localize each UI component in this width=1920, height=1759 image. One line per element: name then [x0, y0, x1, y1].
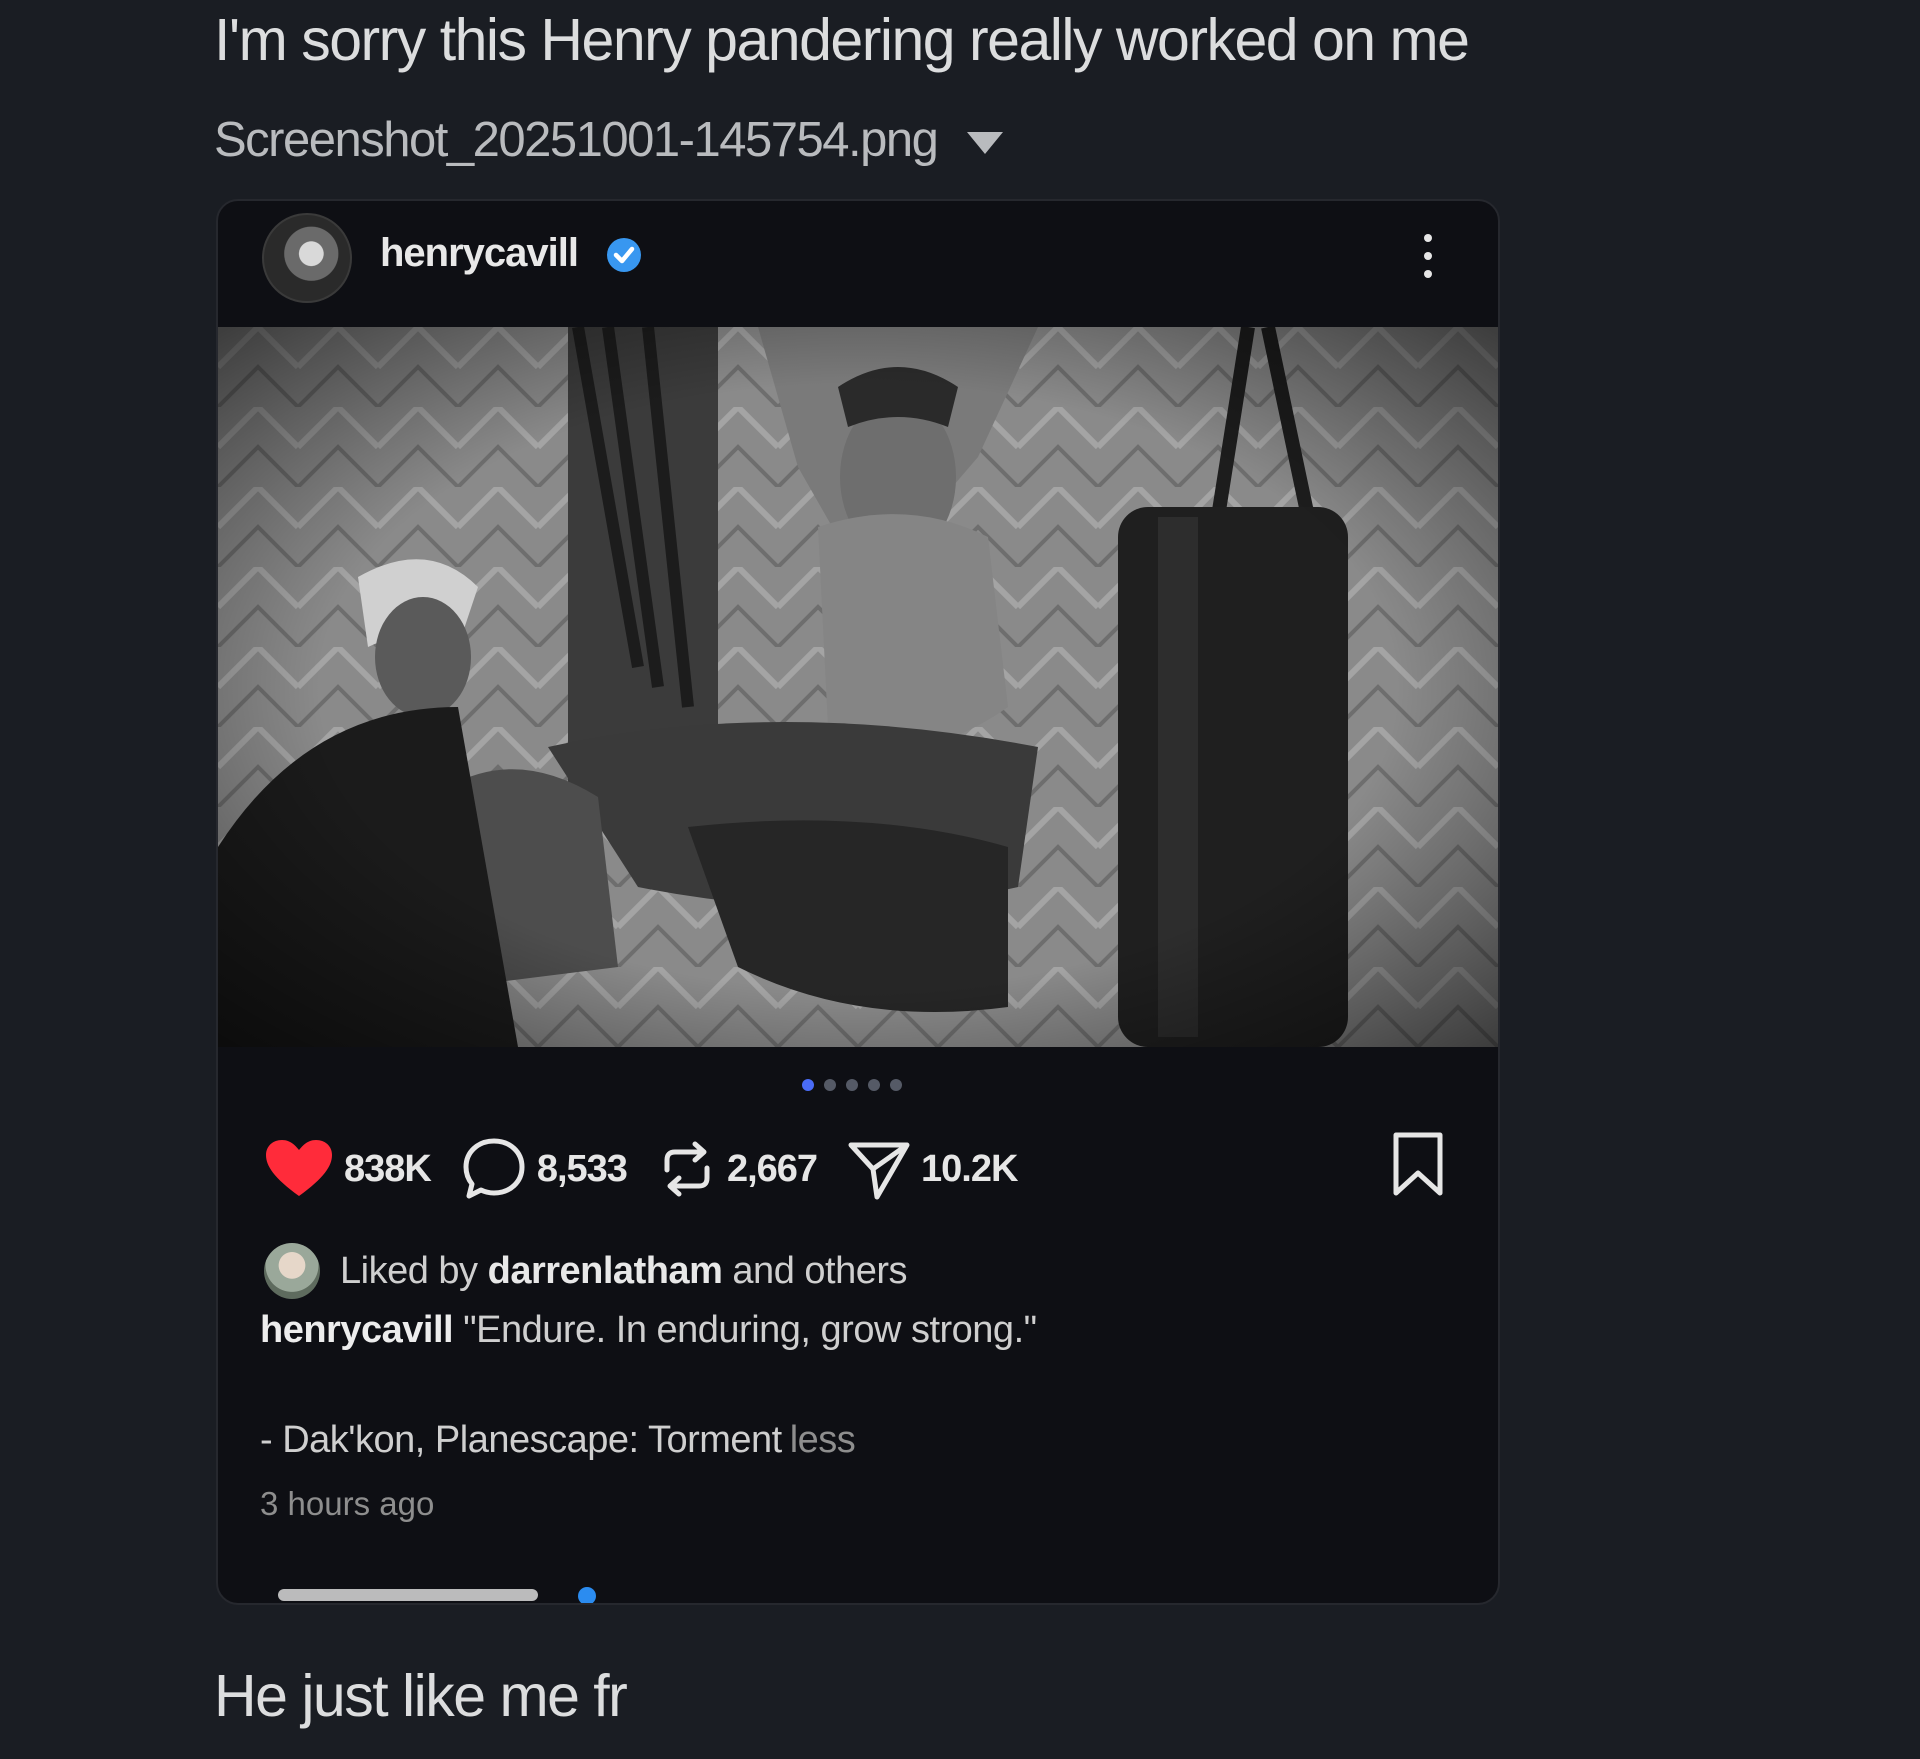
likes-count: 838K: [344, 1147, 432, 1190]
message-text-second: He just like me fr: [214, 1663, 628, 1729]
caption-author: henrycavill: [260, 1309, 454, 1351]
message-text-first: I'm sorry this Henry pandering really wo…: [214, 7, 1470, 73]
next-comment-badge: [578, 1587, 596, 1603]
caption-less-link: less: [789, 1419, 856, 1461]
send-icon: [848, 1142, 910, 1200]
post-photo: [218, 327, 1498, 1047]
liked-by-user: darrenlatham: [487, 1249, 723, 1292]
attachment-filename-link[interactable]: Screenshot_20251001-145754.png: [214, 112, 939, 168]
share-stat: 10.2K: [847, 1137, 1018, 1201]
carousel-dot: [802, 1079, 814, 1091]
attachment-row: Screenshot_20251001-145754.png: [214, 108, 1004, 172]
caption-text: "Endure. In enduring, grow strong.": [463, 1309, 1037, 1351]
comments-count: 8,533: [536, 1147, 628, 1190]
post-timestamp: 3 hours ago: [260, 1485, 435, 1522]
heart-icon: [266, 1140, 332, 1196]
verified-badge-icon: [607, 238, 641, 272]
bookmark-icon: [1393, 1132, 1443, 1196]
liked-by-text: Liked by darrenlatham and others: [340, 1250, 907, 1293]
liked-by-row: Liked by darrenlatham and others: [264, 1243, 907, 1299]
carousel-dot: [868, 1079, 880, 1091]
liked-by-suffix: and others: [732, 1249, 907, 1292]
caret-down-icon[interactable]: [967, 132, 1004, 154]
liker-avatar: [264, 1243, 320, 1299]
comment-icon: [463, 1138, 525, 1199]
post-actions: 838K 8,533 2,667 10.2K: [264, 1129, 1047, 1209]
post-header: henrycavill: [218, 201, 1498, 327]
reposts-count: 2,667: [726, 1147, 818, 1190]
post-caption-line2: - Dak'kon, Planescape: Torment less: [260, 1419, 856, 1462]
profile-avatar: [262, 213, 352, 303]
shares-count: 10.2K: [921, 1147, 1018, 1190]
post-username: henrycavill: [380, 231, 579, 275]
post-caption: henrycavill "Endure. In enduring, grow s…: [260, 1309, 1037, 1352]
carousel-dot: [890, 1079, 902, 1091]
more-vertical-icon: [1424, 234, 1432, 278]
repost-stat: 2,667: [657, 1136, 818, 1202]
caption-attribution: - Dak'kon, Planescape: Torment: [260, 1419, 782, 1461]
carousel-dot: [824, 1079, 836, 1091]
screenshot-attachment-image[interactable]: henrycavill 838K 8,533 2,667 10.2K Liked…: [216, 199, 1500, 1605]
carousel-indicator: [802, 1079, 902, 1091]
like-stat: 838K: [264, 1138, 432, 1200]
liked-by-prefix: Liked by: [340, 1249, 478, 1292]
comment-stat: 8,533: [461, 1136, 628, 1202]
next-comment-peek: [278, 1589, 538, 1601]
repost-icon: [664, 1141, 710, 1197]
carousel-dot: [846, 1079, 858, 1091]
